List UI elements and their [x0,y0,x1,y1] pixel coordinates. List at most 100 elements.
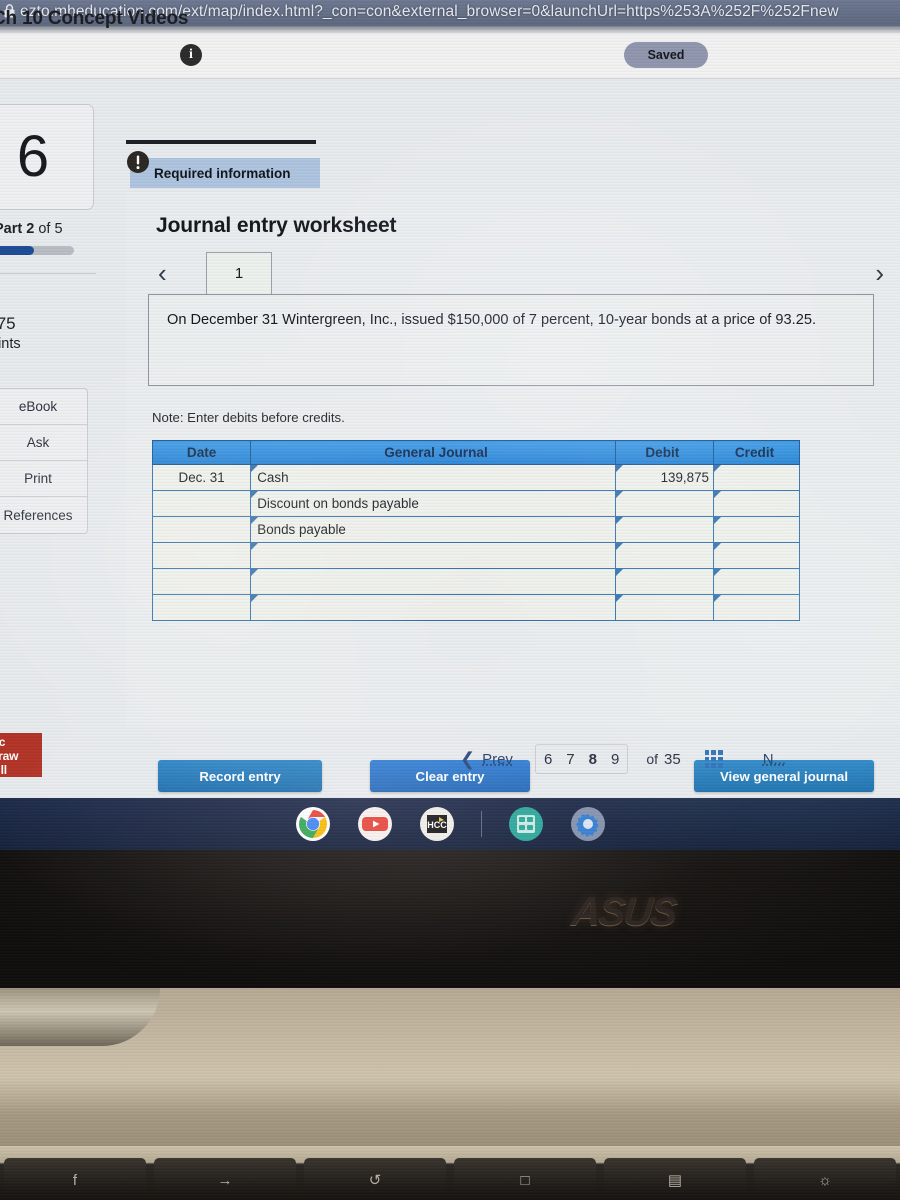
cell-debit[interactable] [614,542,714,569]
prev-page-button[interactable]: ❮ Prev [460,749,513,770]
chevron-left-icon[interactable]: ‹ [158,258,167,289]
key-5[interactable]: ▤ [604,1158,746,1200]
table-row [151,568,801,595]
key-3[interactable]: ↺ [304,1158,446,1200]
key-2[interactable]: → [154,1158,296,1200]
assignment-header [0,34,900,78]
cell-date[interactable] [151,490,252,517]
hcc-icon[interactable]: HCC [419,806,455,842]
total-pages: 35 [664,750,681,768]
points-label: oints [0,336,21,352]
column-header-date: Date [151,440,252,465]
question-number-box: 6 [0,104,94,210]
required-information-badge: Required information [130,158,320,188]
page-number-9[interactable]: 9 [611,751,619,768]
grid-view-icon[interactable] [704,750,723,768]
column-header-credit: Credit [712,440,801,465]
screenshot-root: ezto.mheducation.com/ext/map/index.html?… [0,0,900,1200]
of-label: of [646,751,658,767]
rail-divider [0,273,96,274]
question-text: On December 31 Wintergreen, Inc., issued… [167,312,816,328]
panel-top-accent [126,140,316,144]
shelf-separator [480,811,482,837]
cell-credit[interactable] [712,490,801,517]
chevron-left-icon: ❮ [460,748,476,769]
asus-brand-logo: ASUS [569,890,678,934]
cell-credit[interactable] [712,594,801,621]
cell-credit[interactable] [712,464,801,491]
worksheet-tab-1[interactable]: 1 [206,252,272,294]
prev-label: Prev [482,750,513,768]
cell-account[interactable] [250,542,616,569]
column-header-general-journal: General Journal [250,440,616,465]
youtube-icon[interactable] [357,806,393,842]
key-1[interactable]: f [4,1158,146,1200]
chrome-icon[interactable] [295,806,331,842]
keyboard-function-row: f → ↺ □ ▤ ☼ [0,1158,900,1200]
pagination: ❮ Prev 6 7 8 9 of 35 N... [460,744,786,774]
cell-account[interactable]: Bonds payable [250,516,616,543]
mcgraw-hill-logo: Mc Graw Hill [0,733,42,777]
cell-debit[interactable]: 139,875 [614,464,714,491]
cell-debit[interactable] [614,490,714,517]
journal-entry-table: Date General Journal Debit Credit Dec. 3… [151,440,801,621]
column-header-debit: Debit [614,440,714,465]
worksheet-tab-strip: ‹ 1 › [148,250,888,294]
table-row [151,542,801,569]
question-sidebar: 6 Part 2 of 5 .75 oints eBook Ask Print … [0,96,98,696]
key-6[interactable]: ☼ [754,1158,896,1200]
calculator-icon[interactable] [508,806,544,842]
table-row [151,594,801,621]
logo-line-3: Hill [0,763,7,777]
references-button[interactable]: References [0,497,87,533]
info-icon[interactable]: i [180,44,202,66]
svg-text:HCC: HCC [427,820,447,830]
cell-date[interactable] [151,594,252,621]
part-current: Part 2 [0,221,35,237]
cell-date[interactable] [151,568,252,595]
cell-debit[interactable] [614,594,714,621]
cell-debit[interactable] [614,516,714,543]
page-title: Ch 10 Concept Videos [0,8,189,29]
cell-credit[interactable] [712,542,801,569]
assignment-footer: Mc Graw Hill ❮ Prev 6 7 8 9 of 35 [0,730,900,798]
cell-date[interactable] [151,516,252,543]
points-value: .75 [0,314,16,333]
part-indicator: Part 2 of 5 [0,221,63,237]
question-number: 6 [16,124,50,189]
page-number-7[interactable]: 7 [566,751,574,768]
laptop-screen: ezto.mheducation.com/ext/map/index.html?… [0,0,900,800]
next-page-button[interactable]: N... [763,751,786,768]
cell-account[interactable]: Cash [250,464,616,491]
cell-credit[interactable] [712,568,801,595]
key-4[interactable]: □ [454,1158,596,1200]
part-total: of 5 [38,221,63,237]
table-row: Bonds payable [151,516,801,543]
cell-date[interactable]: Dec. 31 [151,464,252,491]
header-divider [0,78,900,79]
part-progress-fill [0,246,35,255]
logo-line-2: Graw [0,749,19,763]
ebook-button[interactable]: eBook [0,389,87,425]
table-header-row: Date General Journal Debit Credit [151,440,801,465]
page-number-8[interactable]: 8 [589,751,597,768]
debits-note: Note: Enter debits before credits. [152,410,345,425]
page-number-group: 6 7 8 9 [534,744,629,774]
cell-credit[interactable] [712,516,801,543]
page-number-6[interactable]: 6 [544,751,552,768]
cell-account[interactable]: Discount on bonds payable [250,490,616,517]
settings-gear-icon[interactable] [570,806,606,842]
rail-button-group: eBook Ask Print References [0,388,88,534]
cell-account[interactable] [250,568,616,595]
table-row: Dec. 31 Cash 139,875 [151,464,801,491]
cell-date[interactable] [151,542,252,569]
cell-account[interactable] [250,594,616,621]
print-button[interactable]: Print [0,461,87,497]
question-panel: Required information Journal entry works… [126,96,900,792]
cell-debit[interactable] [614,568,714,595]
worksheet-title: Journal entry worksheet [156,214,397,237]
ask-button[interactable]: Ask [0,425,87,461]
status-badge: Saved [624,42,708,68]
worksheet-body: Journal entry worksheet ‹ 1 › On Decembe… [126,192,900,792]
chevron-right-icon[interactable]: › [875,258,884,289]
